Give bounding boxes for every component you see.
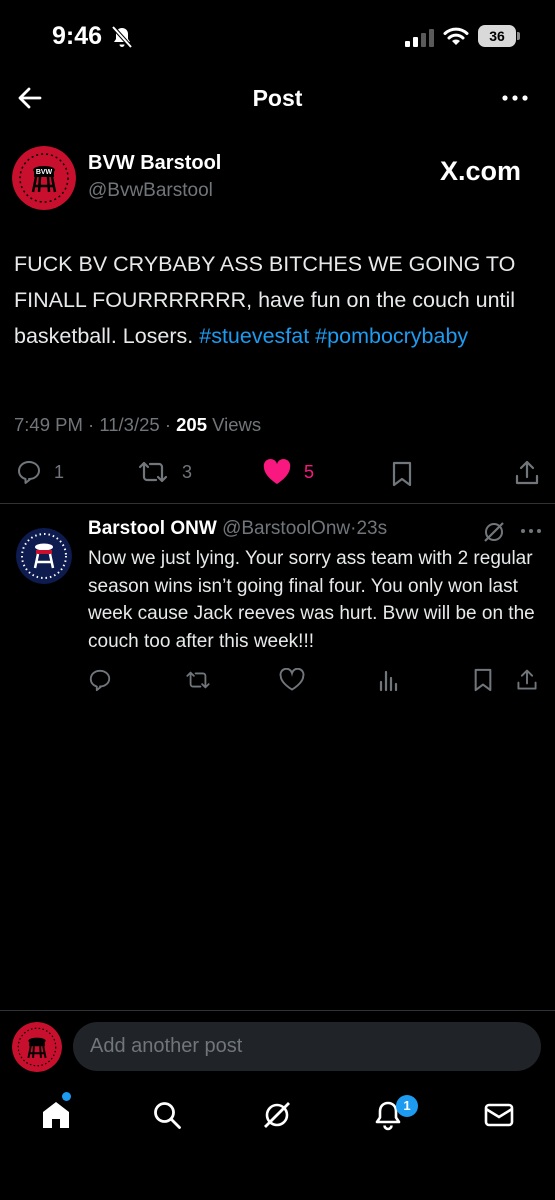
views-count: 205 [176, 414, 208, 435]
bookmark-icon[interactable] [390, 460, 414, 488]
views-label: Views [207, 414, 262, 435]
reply-author-name[interactable]: Barstool ONW [88, 518, 217, 539]
grok-icon[interactable] [261, 1099, 293, 1131]
divider [0, 1010, 555, 1011]
grok-icon[interactable] [482, 520, 506, 544]
hashtag-link[interactable]: #stuevesfat [199, 324, 309, 348]
reply-header: Barstool ONW @BarstoolOnw·23s [88, 518, 387, 540]
share-icon[interactable] [513, 459, 541, 487]
reply-icon [18, 461, 40, 484]
battery-tip [517, 32, 520, 40]
reply-time: 23s [356, 518, 388, 539]
author-handle[interactable]: @BvwBarstool [88, 180, 213, 202]
reply-text: Now we just lying. Your sorry ass team w… [88, 548, 535, 652]
post-text: FUCK BV CRYBABY ASS BITCHES WE GOING TO … [14, 246, 539, 354]
status-time: 9:46 [52, 22, 103, 50]
reply-count: 1 [54, 461, 65, 482]
search-icon[interactable] [151, 1099, 183, 1131]
heart-filled-icon [263, 459, 291, 484]
author-name[interactable]: BVW Barstool [88, 152, 221, 175]
add-post-input[interactable]: Add another post [73, 1022, 541, 1071]
page-title: Post [252, 85, 303, 111]
svg-text:BVW: BVW [36, 169, 53, 176]
repost-button[interactable]: 3 [136, 459, 192, 485]
repost-icon [138, 461, 168, 483]
divider [0, 503, 555, 504]
like-button[interactable]: 5 [262, 459, 314, 485]
current-user-avatar[interactable] [12, 1022, 62, 1072]
cellular-signal-icon [405, 29, 434, 47]
post-metadata: 7:49 PM · 11/3/25 · 205 Views [14, 414, 261, 436]
home-icon[interactable] [40, 1099, 72, 1131]
repost-count: 3 [182, 461, 193, 482]
analytics-icon[interactable] [378, 668, 400, 692]
more-options-icon[interactable] [520, 525, 542, 537]
source-badge: X.com [440, 156, 522, 186]
reply-button[interactable]: 1 [16, 459, 64, 485]
wifi-icon [443, 27, 469, 45]
messages-icon[interactable] [483, 1101, 515, 1129]
like-count: 5 [304, 461, 315, 482]
reply-author-handle[interactable]: @BarstoolOnw [222, 518, 350, 539]
post-timestamp[interactable]: 7:49 PM · 11/3/25 · [14, 414, 176, 435]
author-avatar[interactable]: BVW [12, 146, 76, 210]
reply-author-avatar[interactable] [16, 528, 72, 584]
share-icon[interactable] [515, 667, 539, 693]
repost-icon[interactable] [184, 668, 212, 692]
battery-indicator: 36 [478, 25, 516, 47]
hashtag-link[interactable]: #pombocrybaby [315, 324, 468, 348]
heart-icon[interactable] [279, 668, 305, 692]
notifications-badge: 1 [396, 1095, 418, 1117]
bookmark-icon[interactable] [472, 667, 494, 693]
reply-icon[interactable] [88, 668, 112, 692]
bell-off-icon [111, 25, 133, 49]
more-options-icon[interactable] [500, 88, 530, 108]
home-notification-dot [62, 1092, 71, 1101]
